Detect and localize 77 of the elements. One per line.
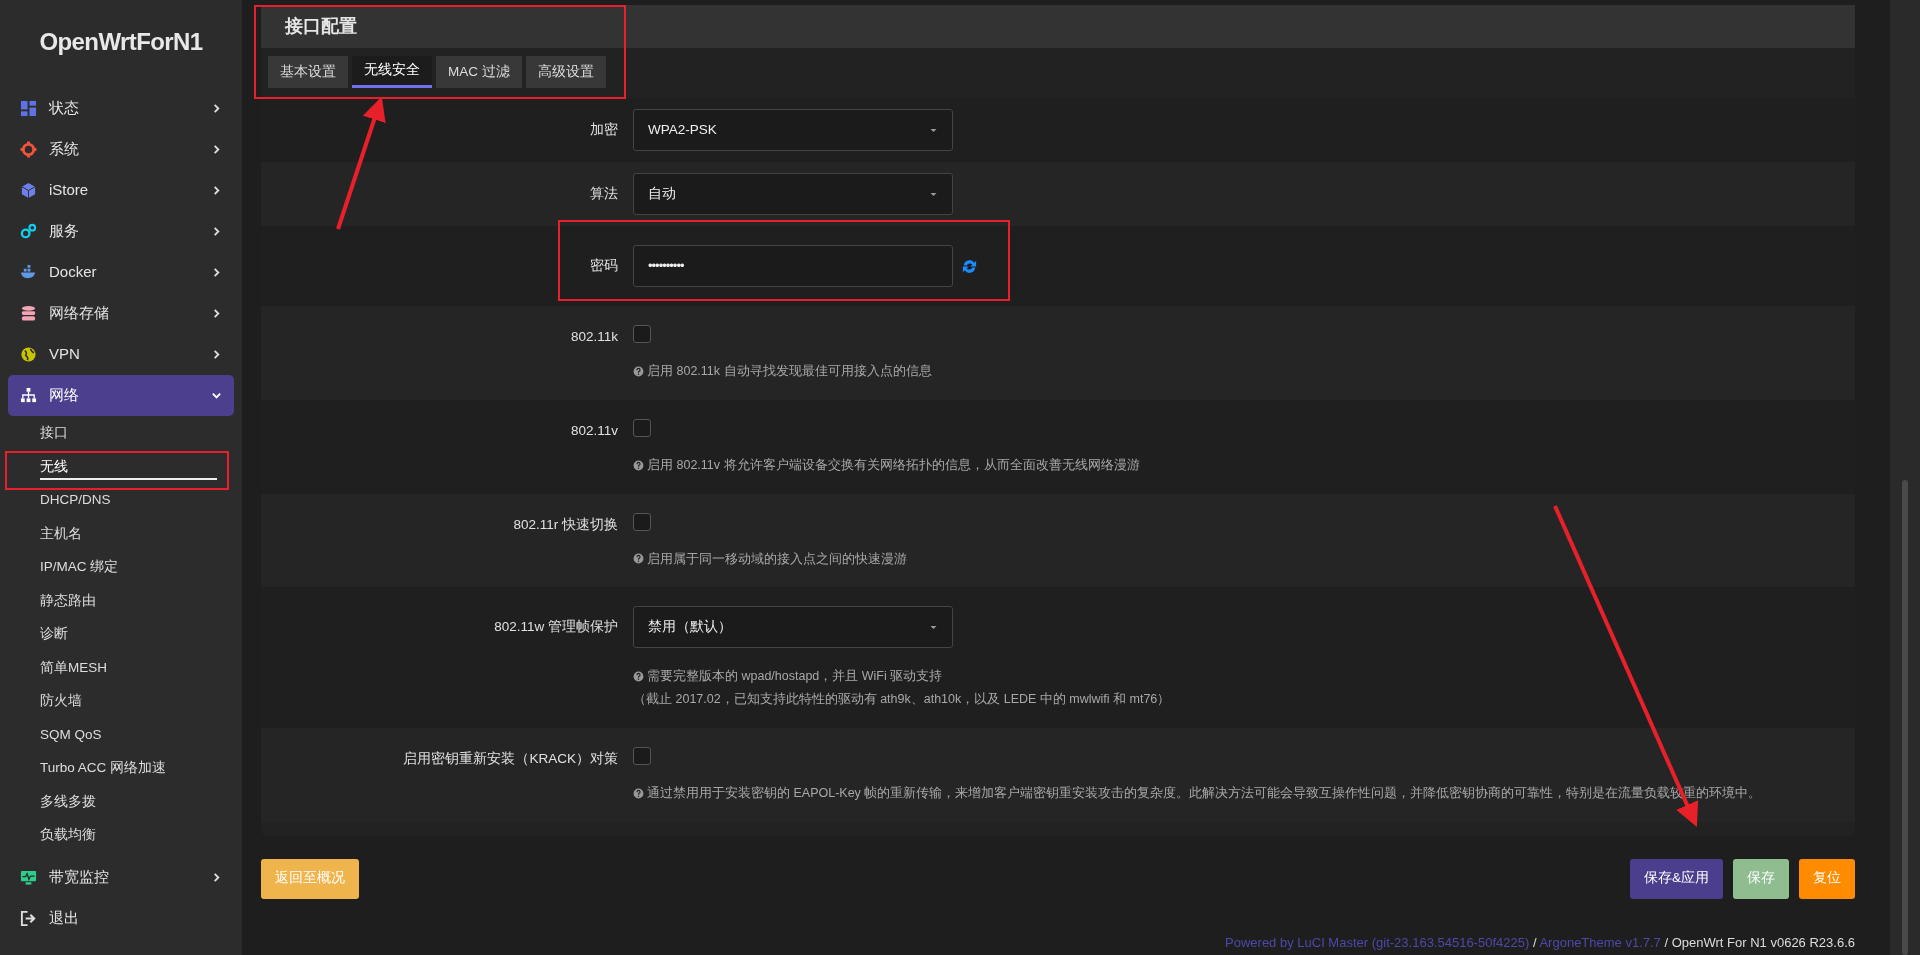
cube-icon [20,182,37,199]
sitemap-icon [20,387,37,404]
submenu-item[interactable]: 主机名 [40,519,217,547]
field-label: 802.11r 快速切换 [513,516,618,532]
submenu-item[interactable]: 接口 [40,419,217,447]
gears-icon [20,223,37,240]
menu-item[interactable]: 状态 [8,88,234,129]
tab[interactable]: 基本设置 [268,56,348,88]
field-label: 启用密钥重新安装（KRACK）对策 [403,750,618,766]
menu-item[interactable]: 系统 [8,129,234,170]
field-label: 算法 [590,186,618,201]
help-text: 启用属于同一移动域的接入点之间的快速漫游 [647,550,907,568]
field-label: 802.11k [570,329,618,344]
section-title: 接口配置 [285,15,357,38]
checkbox[interactable] [633,325,651,343]
chevron-down-icon [211,390,222,401]
chevron-right-icon [211,871,222,883]
submenu-item[interactable]: 无线 [40,452,217,480]
help-text: （截止 2017.02，已知支持此特性的驱动有 ath9k、ath10k，以及 LEDE 中的 mwlwifi 和 mt76） [633,691,1171,708]
refresh-icon[interactable] [961,257,978,275]
chevron-right-icon [211,103,222,114]
help-icon [633,787,644,799]
submenu-item[interactable]: 简单MESH [40,653,217,681]
select-field[interactable]: 禁用（默认） [633,606,953,649]
select-field[interactable]: 自动 [633,173,953,215]
chevron-right-icon [211,185,222,196]
tab[interactable]: 高级设置 [525,56,606,88]
menu-item[interactable]: 服务 [8,211,234,252]
field-label: 加密 [590,122,618,137]
submenu-item[interactable]: 静态路由 [40,586,217,614]
submenu-item[interactable]: IP/MAC 绑定 [40,553,217,581]
tab[interactable]: 无线安全 [352,56,432,88]
checkbox[interactable] [633,512,651,531]
field-label: 802.11w 管理帧保护 [494,619,618,635]
password-field[interactable]: •••••••••• [633,245,953,287]
submenu-item[interactable]: Turbo ACC 网络加速 [40,754,217,782]
logout-icon [20,909,37,927]
menu-item[interactable]: VPN [8,334,234,375]
submenu-item[interactable]: DHCP/DNS [40,486,217,514]
submenu-item[interactable]: 诊断 [40,620,217,648]
submenu-item[interactable]: 负载均衡 [40,821,217,849]
field-label: 802.11v [570,422,618,438]
submenu-item[interactable]: SQM QoS [40,720,217,748]
monitor-icon [20,868,37,886]
help-icon [633,459,644,471]
help-icon [633,553,644,565]
logo: OpenWrtForN1 [39,27,203,57]
whale-icon [20,264,37,281]
select-field[interactable]: WPA2-PSK [633,109,953,151]
save-apply-button[interactable]: 保存&应用 [1630,858,1723,899]
chevron-right-icon [211,226,222,237]
menu-item[interactable]: 退出 [8,897,234,939]
menu-item[interactable]: 网络 [8,375,234,416]
menu-item[interactable]: iStore [8,170,234,211]
chevron-right-icon [211,267,222,278]
field-label: 密码 [590,258,618,273]
chevron-right-icon [211,349,222,360]
gear-icon [20,141,37,158]
help-icon [633,671,644,683]
help-text: 启用 802.11k 自动寻找发现最佳可用接入点的信息 [647,363,932,380]
help-icon [633,365,644,377]
help-text: 启用 802.11v 将允许客户端设备交换有关网络拓扑的信息，从而全面改善无线网络漫游 [647,456,1140,474]
footer-text: Powered by LuCI Master (git-23.163.54516-50f4225) / ArgoneTheme v1.7.7 / OpenWrt For N1 v0626 R23.6.6 [1224,933,1855,952]
globe-icon [20,346,37,363]
grid-icon [20,100,37,117]
database-icon [20,305,37,322]
menu-item[interactable]: 带宽监控 [8,856,234,898]
checkbox[interactable] [633,418,651,437]
chevron-right-icon [211,144,222,155]
tab[interactable]: MAC 过滤 [436,56,522,88]
submenu-item[interactable]: 防火墙 [40,687,217,715]
submenu-item[interactable]: 多线多拨 [40,787,217,815]
help-text: 需要完整版本的 wpad/hostapd，并且 WiFi 驱动支持 [647,668,943,686]
checkbox[interactable] [633,746,651,765]
chevron-right-icon [211,308,222,319]
menu-item[interactable]: 网络存储 [8,293,234,334]
menu-item[interactable]: Docker [8,252,234,293]
